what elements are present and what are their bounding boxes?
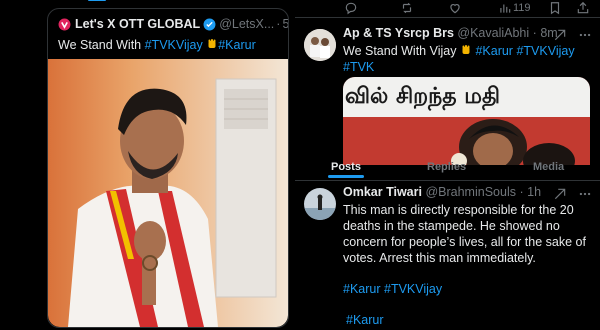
hashtags[interactable]: #Karur #TVKVijay <box>343 281 442 297</box>
tab-media[interactable]: Media <box>533 161 564 173</box>
tab-replies[interactable]: Replies <box>427 161 466 173</box>
author-name[interactable]: Omkar Tiwari <box>343 185 422 199</box>
grok-icon[interactable] <box>553 28 567 42</box>
views-count: 119 <box>513 2 531 14</box>
profile-tabs: Posts Replies Media <box>300 161 600 178</box>
post-time[interactable]: 1h <box>527 185 541 199</box>
post-photo[interactable] <box>48 59 288 327</box>
views-icon[interactable] <box>498 1 512 15</box>
post-text-plain: We Stand With <box>58 38 145 52</box>
grok-icon[interactable] <box>553 187 567 201</box>
verified-badge-icon <box>203 18 216 31</box>
repost-icon[interactable] <box>400 1 414 15</box>
hashtag-karur[interactable]: #Karur <box>218 38 256 52</box>
avatar[interactable] <box>304 188 336 220</box>
author-handle[interactable]: @LetsX... <box>219 17 274 31</box>
hashtag-tvk[interactable]: #TVK <box>343 59 374 75</box>
like-icon[interactable] <box>448 1 462 15</box>
dot-separator: · <box>519 185 524 199</box>
author-name[interactable]: Let's X OTT GLOBAL <box>75 17 200 31</box>
image-caption: வில் சிறந்த மதி <box>345 84 500 109</box>
active-tab-indicator <box>328 175 364 178</box>
post-text: We Stand With #TVKVijay #Karur <box>58 37 256 53</box>
hashtag-tvkvijay[interactable]: #TVKVijay <box>145 38 203 52</box>
bookmark-icon[interactable] <box>548 1 562 15</box>
post-text-line: votes. Arrest this man immediately. <box>343 251 536 265</box>
post-text-line: This man is directly responsible for the… <box>343 203 574 217</box>
hashtags[interactable]: #Karur #TVKVijay <box>475 44 574 58</box>
post-image[interactable]: வில் சிறந்த மதி <box>343 77 590 165</box>
post-text-line: deaths in the stampede. He showed no <box>343 219 560 233</box>
cropped-link-fragment <box>88 0 106 2</box>
quoted-post-card[interactable]: Let's X OTT GLOBAL @LetsX... · 57m We St… <box>47 8 289 328</box>
author-handle[interactable]: @BrahminSouls <box>425 185 516 199</box>
reply-icon[interactable] <box>344 1 358 15</box>
post-text-plain: We Stand With Vijay <box>343 44 457 58</box>
tab-posts[interactable]: Posts <box>331 161 361 173</box>
divider <box>295 180 600 181</box>
post-text-line: concern for people’s lives, all for the … <box>343 235 586 249</box>
raised-fist-icon <box>460 44 472 56</box>
hashtag-karur[interactable]: #Karur <box>346 312 384 328</box>
post-header: Omkar Tiwari @BrahminSouls · 1h <box>343 185 541 199</box>
author-name[interactable]: Ap & TS Ysrcp Brs <box>343 26 454 40</box>
raised-fist-icon <box>206 38 218 50</box>
post-time[interactable]: 57m <box>282 17 288 31</box>
avatar[interactable] <box>304 29 336 61</box>
divider <box>295 17 600 18</box>
more-icon[interactable] <box>578 187 592 201</box>
dot-separator: · <box>276 17 281 31</box>
post-header: Let's X OTT GLOBAL @LetsX... · 57m <box>58 15 288 33</box>
post-text: We Stand With Vijay #Karur #TVKVijay <box>343 43 575 59</box>
more-icon[interactable] <box>578 28 592 42</box>
dot-separator: · <box>532 26 537 40</box>
post-header: Ap & TS Ysrcp Brs @KavaliAbhi · 8m <box>343 26 558 40</box>
brand-logo-icon <box>58 18 71 31</box>
share-icon[interactable] <box>576 1 590 15</box>
author-handle[interactable]: @KavaliAbhi <box>457 26 529 40</box>
